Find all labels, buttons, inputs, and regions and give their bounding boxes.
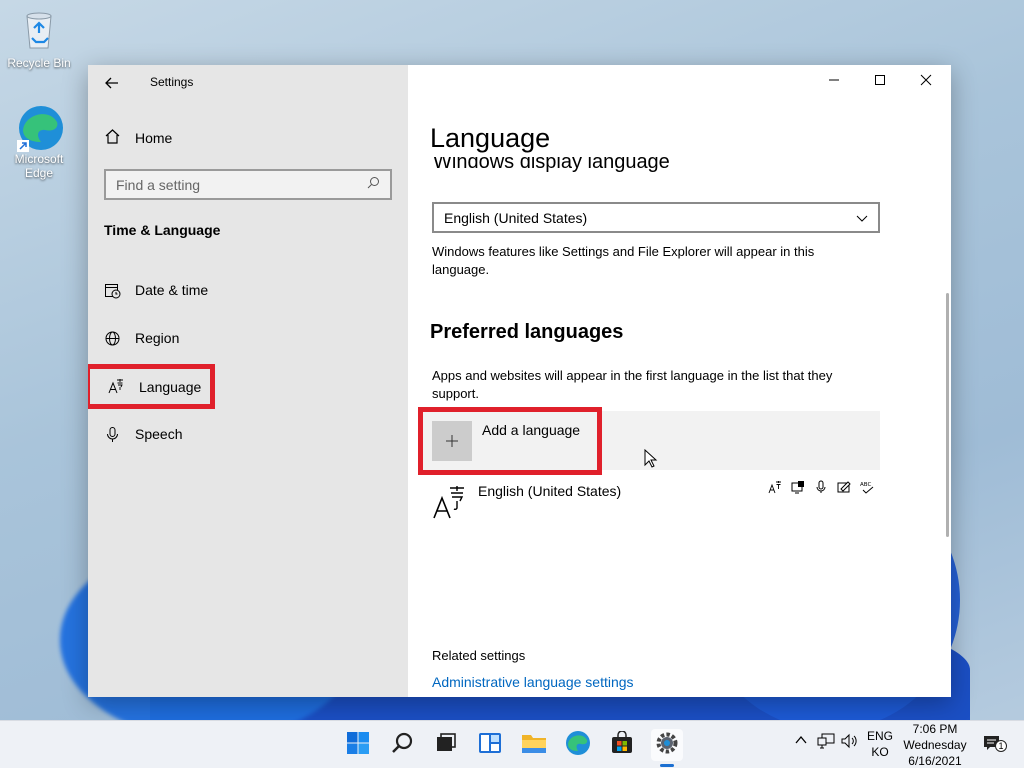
sidebar-item-label: Date & time bbox=[135, 282, 209, 298]
settings-window: Settings Home Time & Language Date & tim… bbox=[88, 65, 951, 697]
sidebar-item-label: Region bbox=[135, 330, 180, 346]
display-language-icon bbox=[768, 480, 782, 494]
display-language-dropdown[interactable]: English (United States) bbox=[432, 202, 880, 233]
settings-icon bbox=[655, 731, 679, 760]
search-input[interactable] bbox=[116, 176, 367, 193]
store-button[interactable] bbox=[606, 729, 638, 761]
close-button[interactable] bbox=[903, 67, 949, 97]
search-input-container[interactable] bbox=[104, 169, 392, 200]
language-icon bbox=[432, 484, 468, 520]
globe-icon bbox=[104, 330, 121, 347]
page-title: Language bbox=[430, 123, 551, 153]
plus-icon bbox=[445, 428, 459, 454]
sidebar-item-label: Language bbox=[139, 378, 202, 395]
input-language-bottom: KO bbox=[871, 745, 889, 759]
maximize-icon bbox=[874, 73, 886, 91]
settings-taskbar-button[interactable] bbox=[651, 729, 683, 761]
sidebar-item-region[interactable]: Region bbox=[104, 323, 179, 353]
network-button[interactable] bbox=[817, 733, 835, 754]
notification-button[interactable]: 1 bbox=[983, 735, 1007, 758]
volume-button[interactable] bbox=[841, 733, 859, 754]
active-app-indicator bbox=[660, 764, 674, 767]
search-icon bbox=[390, 731, 414, 760]
clock-time: 7:06 PM bbox=[912, 722, 958, 736]
mouse-cursor-icon bbox=[644, 448, 658, 469]
edge-icon bbox=[565, 730, 591, 761]
sidebar-item-date-time[interactable]: Date & time bbox=[104, 275, 208, 305]
calendar-clock-icon bbox=[104, 282, 121, 299]
related-settings-heading: Related settings bbox=[432, 648, 526, 663]
widgets-button[interactable] bbox=[474, 729, 506, 761]
start-button[interactable] bbox=[342, 729, 374, 761]
spell-check-icon: ABC bbox=[860, 480, 874, 494]
sidebar-item-speech[interactable]: Speech bbox=[104, 419, 182, 449]
window-title: Settings bbox=[150, 75, 194, 89]
dropdown-value: English (United States) bbox=[444, 209, 588, 226]
volume-icon bbox=[841, 733, 859, 753]
language-name: English (United States) bbox=[478, 483, 622, 499]
widgets-icon bbox=[478, 731, 502, 760]
task-view-icon bbox=[434, 731, 458, 760]
back-button[interactable] bbox=[102, 73, 122, 93]
add-language-button[interactable] bbox=[432, 421, 472, 461]
home-icon bbox=[104, 128, 121, 148]
clock-date: 6/16/2021 bbox=[908, 754, 962, 768]
clock[interactable]: 7:06 PM Wednesday 6/16/2021 bbox=[898, 721, 972, 768]
speech-icon bbox=[814, 480, 828, 494]
svg-text:ABC: ABC bbox=[860, 482, 871, 488]
scrollbar[interactable] bbox=[946, 293, 949, 537]
close-icon bbox=[920, 73, 932, 91]
section-heading-partially-scrolled: Windows display language bbox=[433, 157, 873, 179]
text-to-speech-icon bbox=[791, 480, 805, 494]
add-language-label[interactable]: Add a language bbox=[482, 422, 580, 438]
input-language-top: ENG bbox=[866, 729, 893, 743]
start-icon bbox=[346, 731, 370, 760]
notification-icon: 1 bbox=[983, 735, 1007, 753]
language-icon bbox=[108, 378, 125, 395]
desktop-icon-label: Recycle Bin bbox=[7, 56, 71, 70]
handwriting-icon bbox=[837, 480, 851, 494]
language-features: ABC bbox=[768, 480, 874, 494]
sidebar-item-label: Home bbox=[135, 130, 173, 146]
display-language-description: Windows features like Settings and File … bbox=[432, 244, 815, 277]
display-language-heading: Windows display language bbox=[433, 157, 670, 173]
chevron-up-icon bbox=[794, 734, 808, 751]
network-icon bbox=[817, 733, 835, 753]
show-hidden-icons-button[interactable] bbox=[794, 733, 808, 752]
store-icon bbox=[610, 729, 634, 760]
sidebar-item-label: Speech bbox=[135, 426, 183, 442]
preferred-languages-heading: Preferred languages bbox=[430, 321, 624, 343]
microphone-icon bbox=[104, 426, 121, 443]
search-icon[interactable] bbox=[367, 176, 380, 194]
taskbar-search-button[interactable] bbox=[386, 729, 418, 761]
maximize-button[interactable] bbox=[857, 67, 903, 97]
section-heading: Time & Language bbox=[104, 222, 221, 238]
minimize-button[interactable] bbox=[811, 67, 857, 97]
main-content: Language Windows display language Englis… bbox=[408, 65, 951, 697]
desktop-icon-edge[interactable]: Microsoft Edge bbox=[3, 104, 75, 180]
input-language-indicator[interactable]: ENG KO bbox=[866, 728, 894, 760]
sidebar: Settings Home Time & Language Date & tim… bbox=[88, 65, 408, 697]
minimize-icon bbox=[828, 73, 840, 91]
administrative-language-settings-link[interactable]: Administrative language settings bbox=[432, 674, 634, 690]
clock-day: Wednesday bbox=[903, 738, 967, 752]
sidebar-item-home[interactable]: Home bbox=[104, 127, 172, 149]
taskbar: ENG KO 7:06 PM Wednesday 6/16/2021 1 bbox=[0, 720, 1024, 768]
edge-icon bbox=[17, 104, 63, 152]
task-view-button[interactable] bbox=[430, 729, 462, 761]
file-explorer-icon bbox=[521, 731, 547, 760]
notification-count: 1 bbox=[995, 740, 1007, 752]
edge-taskbar-button[interactable] bbox=[562, 729, 594, 761]
preferred-languages-description: Apps and websites will appear in the fir… bbox=[432, 368, 833, 401]
desktop-icon-recycle-bin[interactable]: Recycle Bin bbox=[3, 8, 75, 70]
sidebar-item-language[interactable]: Language bbox=[88, 364, 215, 409]
recycle-bin-icon bbox=[17, 8, 61, 52]
desktop-icon-label: Microsoft Edge bbox=[14, 152, 64, 180]
language-list-item[interactable]: English (United States) ABC bbox=[432, 480, 880, 522]
file-explorer-button[interactable] bbox=[518, 729, 550, 761]
chevron-down-icon bbox=[856, 210, 868, 226]
